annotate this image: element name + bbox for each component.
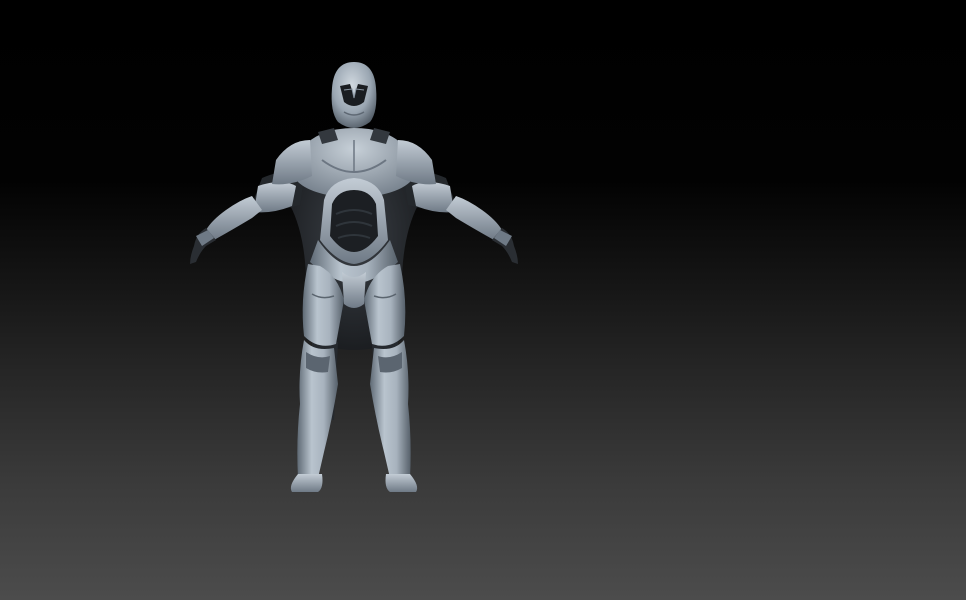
leg-armor [290, 340, 418, 492]
armored-character-model[interactable] [0, 0, 966, 600]
helmet [331, 62, 377, 128]
abdomen-armor [320, 178, 388, 264]
right-arm-armor [412, 182, 518, 264]
left-arm-armor [190, 182, 296, 264]
3d-viewport-canvas[interactable] [0, 0, 966, 600]
